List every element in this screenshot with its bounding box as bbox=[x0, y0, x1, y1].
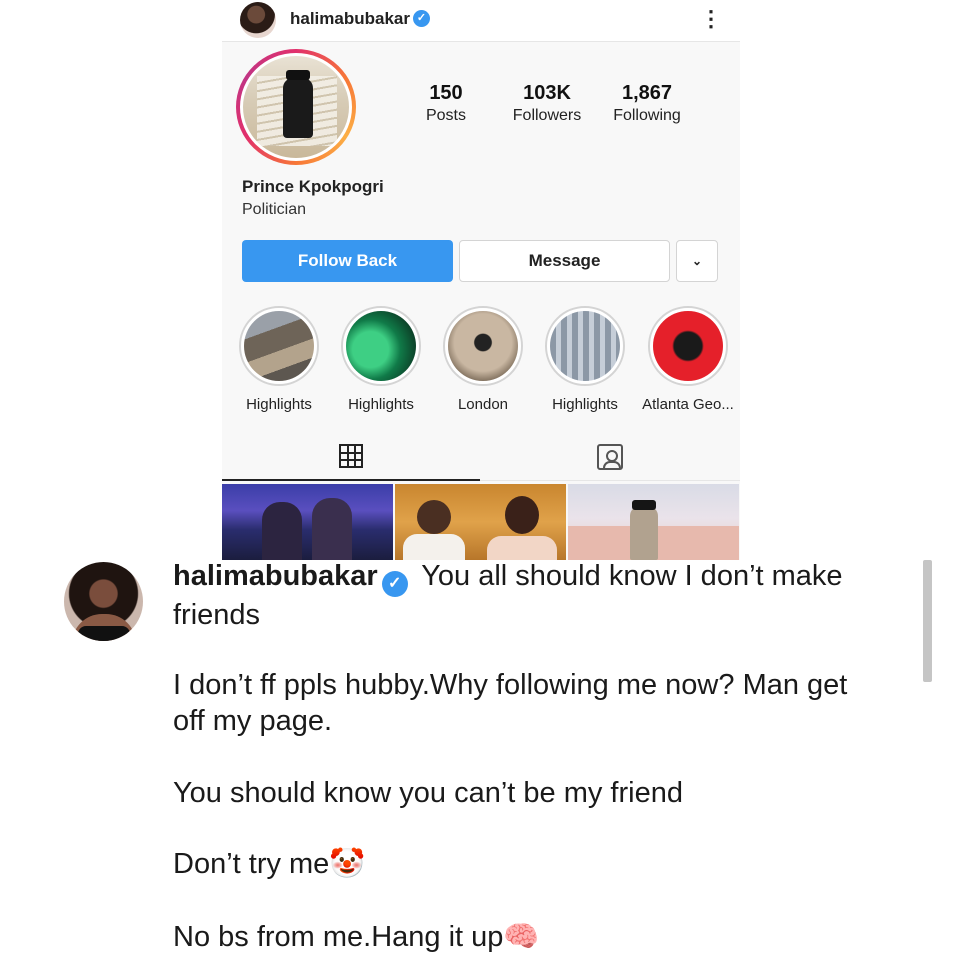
following-count[interactable]: 1,867 Following bbox=[604, 82, 690, 125]
profile-screenshot: halimabubakar ✓ ⋮ 150 Posts 103K Followe… bbox=[222, 0, 740, 560]
tab-tagged[interactable] bbox=[480, 433, 740, 481]
caption-paragraph: You should know you can’t be my friend bbox=[173, 777, 683, 809]
caption-paragraph: No bs from me.Hang it up🧠 bbox=[173, 921, 540, 953]
followers-count[interactable]: 103K Followers bbox=[506, 82, 588, 125]
highlight-label: Atlanta Geo... bbox=[642, 396, 734, 413]
followers-label: Followers bbox=[512, 107, 582, 124]
posts-value: 150 bbox=[429, 82, 463, 104]
post-thumbnail[interactable] bbox=[395, 484, 566, 560]
story-highlight[interactable]: Highlights bbox=[535, 306, 635, 413]
highlight-cover bbox=[244, 311, 314, 381]
chevron-down-icon[interactable]: ⌄ bbox=[676, 240, 718, 282]
highlight-cover bbox=[346, 311, 416, 381]
post-thumbnail[interactable] bbox=[222, 484, 393, 560]
more-options-icon[interactable]: ⋮ bbox=[700, 6, 722, 34]
message-button[interactable]: Message bbox=[459, 240, 670, 282]
profile-bio: Politician bbox=[242, 201, 307, 218]
profile-picture bbox=[240, 53, 352, 161]
profile-picture-ring[interactable] bbox=[236, 49, 356, 165]
grid-icon bbox=[339, 444, 363, 468]
highlight-cover bbox=[550, 311, 620, 381]
following-label: Following bbox=[613, 107, 681, 124]
story-highlight[interactable]: Highlights bbox=[331, 306, 431, 413]
caption-avatar[interactable] bbox=[64, 562, 143, 641]
highlight-label: London bbox=[457, 396, 509, 413]
highlight-label: Highlights bbox=[246, 396, 312, 413]
profile-tabs bbox=[222, 433, 740, 481]
profile-full-name: Prince Kpokpogri bbox=[242, 177, 384, 196]
scrollbar[interactable] bbox=[923, 560, 932, 682]
header-avatar[interactable] bbox=[240, 2, 276, 38]
post-thumbnail[interactable] bbox=[568, 484, 739, 560]
posts-label: Posts bbox=[425, 107, 466, 124]
story-highlight[interactable]: Highlights bbox=[229, 306, 329, 413]
posts-count[interactable]: 150 Posts bbox=[420, 82, 472, 125]
tagged-icon bbox=[597, 443, 623, 470]
story-highlight[interactable]: London bbox=[433, 306, 533, 413]
followers-value: 103K bbox=[523, 82, 571, 104]
story-highlight[interactable]: Atlanta Geo... bbox=[638, 306, 738, 413]
highlight-label: Highlights bbox=[348, 396, 414, 413]
highlight-cover bbox=[653, 311, 723, 381]
verified-badge-icon: ✓ bbox=[413, 10, 430, 27]
caption-paragraph: I don’t ff ppls hubby.Why following me n… bbox=[173, 669, 848, 737]
tab-posts-grid[interactable] bbox=[222, 433, 480, 481]
caption-paragraph: Don’t try me🤡 bbox=[173, 848, 366, 880]
follow-back-button[interactable]: Follow Back bbox=[242, 240, 453, 282]
verified-badge-icon: ✓ bbox=[381, 571, 408, 597]
profile-header-bar: halimabubakar ✓ ⋮ bbox=[222, 0, 740, 42]
highlight-label: Highlights bbox=[552, 396, 618, 413]
caption-username[interactable]: halimabubakar bbox=[173, 560, 378, 592]
highlight-cover bbox=[448, 311, 518, 381]
header-username[interactable]: halimabubakar bbox=[290, 9, 410, 29]
caption-first-paragraph: halimabubakar ✓ You all should know I don… bbox=[173, 558, 873, 633]
following-value: 1,867 bbox=[621, 82, 673, 104]
